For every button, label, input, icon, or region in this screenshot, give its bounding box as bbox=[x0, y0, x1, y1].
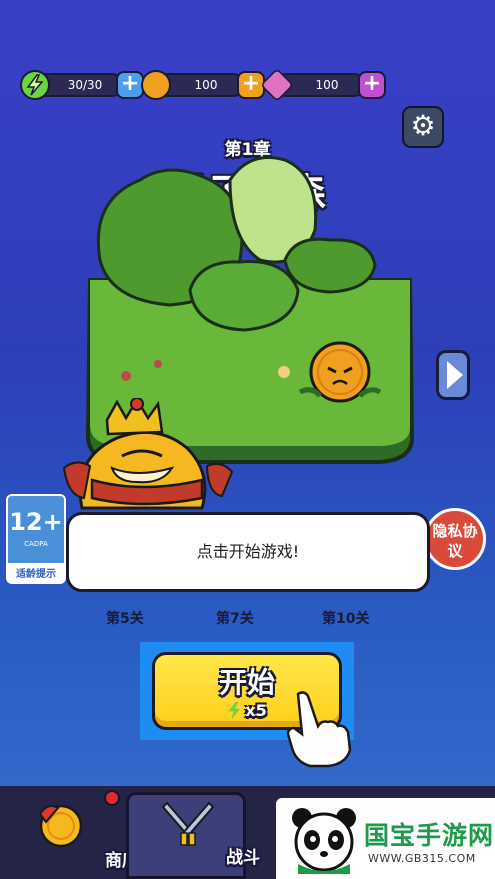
add-energy-button[interactable]: + bbox=[116, 71, 144, 99]
age-rating-tip: 适龄提示 bbox=[8, 563, 64, 582]
tutorial-dialog[interactable]: 点击开始游戏! bbox=[66, 512, 430, 592]
privacy-policy-button[interactable]: 隐私协议 bbox=[424, 508, 486, 570]
age-rating-org: CADPA bbox=[24, 540, 48, 548]
notification-dot bbox=[104, 790, 120, 806]
tab-battle[interactable]: 战斗 bbox=[126, 792, 260, 879]
next-chapter-arrow-icon[interactable] bbox=[436, 350, 470, 400]
panda-logo-icon bbox=[292, 808, 356, 874]
lightning-icon bbox=[228, 701, 240, 720]
level-marker-10: 第10关 bbox=[322, 611, 370, 627]
king-mascot-illustration bbox=[62, 398, 234, 510]
crossed-swords-icon bbox=[161, 801, 215, 846]
age-rating-number: 12+ bbox=[9, 508, 63, 536]
level-marker-5: 第5关 bbox=[106, 611, 144, 627]
age-rating-badge[interactable]: 12+ CADPA 适龄提示 bbox=[6, 494, 66, 584]
start-cost-value: x5 bbox=[245, 701, 267, 720]
pointing-hand-icon bbox=[286, 691, 352, 768]
add-gems-button[interactable]: + bbox=[358, 71, 386, 99]
tab-shop[interactable]: 商店 bbox=[0, 792, 139, 879]
watermark-url: WWW.GB315.COM bbox=[368, 852, 476, 865]
lightning-icon bbox=[20, 70, 50, 100]
watermark-brand: 国宝手游网 bbox=[364, 821, 495, 850]
site-watermark: 国宝手游网 WWW.GB315.COM bbox=[276, 798, 495, 879]
shop-icon bbox=[38, 804, 83, 848]
start-button-cost: x5 bbox=[227, 701, 267, 720]
coin-icon bbox=[141, 70, 171, 100]
level-marker-7: 第7关 bbox=[216, 611, 254, 627]
